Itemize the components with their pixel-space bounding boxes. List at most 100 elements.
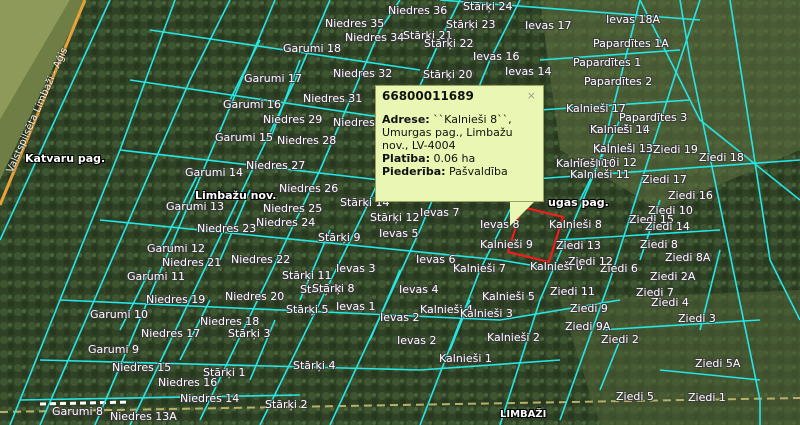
parcel-label: Niedres 16 [158,376,218,389]
ownership-value: Pašvaldība [449,165,508,178]
parcel-label: Ziedi 19 [653,143,698,156]
parcel-label: Papardītes 1A [593,37,669,50]
parcel-label: Niedres 35 [325,17,385,30]
parcel-label: Ziedi 8A [665,251,711,264]
parcel-label: Niedres 22 [231,253,291,266]
parcel-label: Stārķi 11 [282,269,332,282]
address-label: Adrese: [382,113,430,126]
parcel-label: Ziedi 11 [550,285,595,298]
parcel-label: Kalnieši 13 [593,142,653,155]
parcel-label: Ievas 5 [379,227,419,240]
parcel-label: Ziedi 2 [601,333,639,346]
parcel-label: Ziedi 12 [568,255,613,268]
parcel-label: Kalnieši 7 [453,262,506,275]
parcel-label: Ziedi 8 [640,238,678,251]
parcel-label: Ievas 16 [473,50,520,63]
parcel-label: Kalnieši 17 [566,102,626,115]
parcel-label: Niedres 24 [256,216,316,229]
area-label-katvaru: Katvaru pag. [25,152,106,165]
parcel-label: Ievas 7 [420,206,460,219]
parcel-label: Kalnieši 8 [549,218,602,231]
parcel-label: Niedres 17 [141,327,201,340]
parcel-label: Ziedi 17 [642,173,687,186]
parcel-label: Niedres 15 [112,361,172,374]
parcel-label: Stārķi 23 [446,18,496,31]
area-value: 0.06 ha [433,152,476,165]
parcel-label: Ievas 14 [505,65,552,78]
parcel-label: Niedres 20 [225,290,285,303]
parcel-label: Stārķi 2 [265,398,308,411]
cadastral-id: 66800011689 [382,89,474,103]
parcel-label: Niedres 34 [345,31,405,44]
parcel-label: Garumi 14 [185,166,244,179]
parcel-label: Ziedi 4 [651,296,689,309]
parcel-label: Papardītes 1 [573,56,642,69]
area-label-limbazi: LIMBAŽI [500,409,547,420]
parcel-label: Ievas 3 [336,262,376,275]
parcel-label: Stārķi 24 [463,0,513,13]
ownership-label: Piederība: [382,165,446,178]
parcel-label: Niedres 31 [303,92,363,105]
parcel-label: Kalnieši 1 [439,352,492,365]
parcel-label: Niedres 19 [146,293,206,306]
parcel-label: Niedres 23 [197,222,257,235]
parcel-label: Stārķi 4 [293,359,336,372]
parcel-label: Kalnieši 14 [590,123,650,136]
area-label: Platība: [382,152,430,165]
parcel-label: Garumi 9 [88,343,140,356]
parcel-label: Kalnieši 9 [480,238,533,251]
parcel-label: Ievas 6 [416,253,456,266]
parcel-label: Ziedi 1 [688,391,726,404]
parcel-label: Ievas 2 [397,334,437,347]
parcel-label: Papardītes 2 [584,75,653,88]
parcel-label: Garumi 17 [244,72,303,85]
parcel-label: Ziedi 5 [616,390,654,403]
parcel-label: Garumi 15 [215,131,274,144]
parcel-label: Ziedi 9 [570,302,608,315]
parcel-label: Niedres 26 [279,182,339,195]
parcel-label: Niedres 29 [263,113,323,126]
ownership-row: Piederība: Pašvaldība [382,165,537,178]
parcel-label: Garumi 12 [147,242,206,255]
parcel-label: Niedres 27 [246,159,306,172]
area-row: Platība: 0.06 ha [382,152,537,165]
parcel-label: Niedres 25 [263,202,323,215]
area-label-umurgas: ugas pag. [548,196,609,209]
parcel-label: Niedres 28 [277,134,337,147]
parcel-label: Niedres 21 [162,256,222,269]
close-icon[interactable]: × [527,89,536,102]
parcel-label: Garumi 18 [283,42,342,55]
address-row: Adrese: ``Kalnieši 8``, Umurgas pag., Li… [382,113,537,152]
parcel-label: Stārķi 8 [312,282,355,295]
parcel-label: Niedres 14 [180,392,240,405]
parcel-label: Ziedi 18 [699,151,744,164]
parcel-info-popup: × 66800011689 Adrese: ``Kalnieši 8``, Um… [375,85,544,202]
parcel-label: Ziedi 3 [678,312,716,325]
parcel-label: Niedres 36 [388,4,448,17]
parcel-label: Ziedi 16 [668,189,713,202]
parcel-label: Niedres 32 [333,67,393,80]
parcel-label: Ziedi 14 [645,220,690,233]
parcel-label: Stārķi 20 [423,68,473,81]
parcel-label: Garumi 11 [127,270,186,283]
parcel-label: Ziedi 2A [650,270,696,283]
parcel-label: Ziedi 9A [565,320,611,333]
parcel-label: Ievas 2 [380,311,420,324]
parcel-label: Stārķi 9 [318,231,361,244]
parcel-label: Stārķi 3 [228,327,271,340]
parcel-label: Niedres 13A [110,410,177,423]
parcel-label: Stārķi 22 [424,37,474,50]
parcel-label: Garumi 16 [223,98,282,111]
parcel-label: Garumi 8 [52,405,104,418]
parcel-label: Ziedi 10 [648,204,693,217]
parcel-label: Stārķi 12 [370,211,420,224]
parcel-label: Kalnieši 2 [487,331,540,344]
parcel-label: Ievas 18A [606,13,661,26]
parcel-label: Ziedi 13 [556,239,601,252]
parcel-label: Kalnieši 5 [482,290,535,303]
parcel-label: Stārķi 5 [286,303,329,316]
parcel-label: Ievas 1 [336,300,376,313]
parcel-label: Ievas 4 [399,283,439,296]
parcel-label: Kalnieši 11 [570,168,630,181]
area-label-limbazu: Limbažu nov. [195,189,277,202]
